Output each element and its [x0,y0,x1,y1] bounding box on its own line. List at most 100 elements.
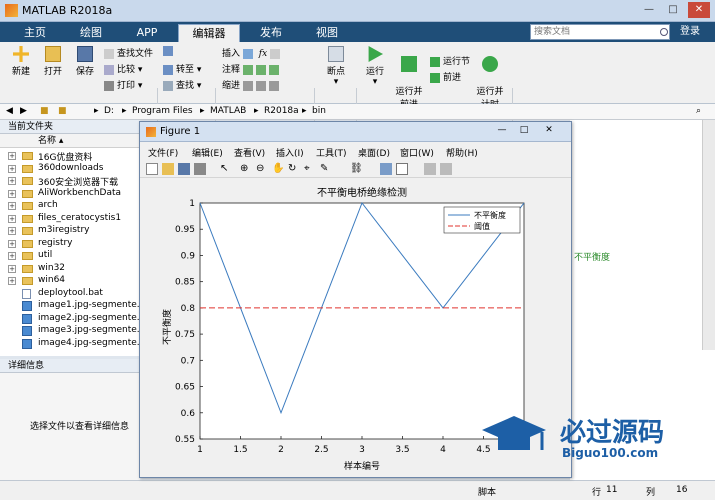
expand-icon[interactable]: + [8,239,16,248]
pointer-icon[interactable]: ↖ [220,163,232,175]
save-button[interactable]: 保存 [70,46,100,77]
figure-menu-item[interactable]: 帮助(H) [446,146,478,159]
run-time-button[interactable]: 运行并 计时 [474,46,506,110]
figure-menu-item[interactable]: 文件(F) [148,146,178,159]
tab-plots[interactable]: 绘图 [66,24,116,42]
expand-icon[interactable]: + [8,214,16,223]
new-button[interactable]: 新建 [6,46,36,77]
figure-menu-item[interactable]: 查看(V) [234,146,265,159]
tab-editor[interactable]: 编辑器 [178,24,240,42]
list-item[interactable]: image4.jpg-segmente... [0,338,140,350]
expand-icon[interactable]: + [8,189,16,198]
tab-home[interactable]: 主页 [10,24,60,42]
list-item[interactable]: +360安全浏览器下载 [0,175,140,188]
list-item[interactable]: image2.jpg-segmente... [0,313,140,325]
comment-button[interactable]: 注释 [222,62,282,75]
new-figure-icon[interactable] [146,163,158,175]
indent-button[interactable]: 缩进 [222,78,282,91]
zoom-in-icon[interactable]: ⊕ [240,163,252,175]
name-column-header[interactable]: 名称 ▴ [0,134,140,148]
list-item[interactable]: + util [0,250,140,262]
compare-button[interactable]: 比较 ▾ [104,62,142,75]
run-advance-button[interactable]: 运行并 前进 [394,46,424,110]
run-button[interactable]: 运行 ▾ [360,46,390,87]
zoom-out-icon[interactable]: ⊖ [256,163,268,175]
colorbar-icon[interactable] [380,163,392,175]
insert-button[interactable]: 插入 fx [222,46,283,59]
list-item[interactable]: image3.jpg-segmente... [0,325,140,337]
open-file-icon[interactable] [162,163,174,175]
back-button[interactable] [163,46,176,57]
list-item[interactable]: image1.jpg-segmente... [0,300,140,312]
pan-icon[interactable]: ✋ [272,163,284,175]
list-item[interactable]: + AliWorkbenchData [0,188,140,200]
expand-icon[interactable]: + [8,177,16,185]
expand-icon[interactable]: + [8,277,16,285]
forward-arrow-icon[interactable]: ▶ [20,106,27,116]
figure-minimize-button[interactable]: — [492,125,512,138]
figure-menu-item[interactable]: 桌面(D) [358,146,390,159]
open-button[interactable]: 打开 [38,46,68,77]
expand-icon[interactable]: + [8,152,16,160]
show-plot-tools-icon[interactable] [440,163,452,175]
tab-apps[interactable]: APP [122,24,172,42]
breadcrumb-matlab[interactable]: MATLAB [210,106,246,116]
expand-icon[interactable]: + [8,202,16,210]
breadcrumb-r2018a[interactable]: R2018a [264,106,299,116]
tab-view[interactable]: 视图 [302,24,352,42]
print-button[interactable]: 打印 ▾ [104,78,142,91]
expand-icon[interactable]: + [8,164,16,173]
goto-button[interactable]: 转至 ▾ [163,62,201,75]
expand-icon[interactable]: + [8,252,16,260]
save-figure-icon[interactable] [178,163,190,175]
expand-icon[interactable]: + [8,227,16,235]
breadcrumb-bin[interactable]: bin [312,106,326,116]
figure-maximize-button[interactable]: □ [514,125,534,138]
address-bar[interactable]: ◀ ▶ ■ ■ ▸ D: ▸ Program Files ▸ MATLAB ▸ … [0,104,715,120]
login-link[interactable]: 登录 [680,24,700,40]
find-button[interactable]: 查找 ▾ [163,78,201,91]
tab-publish[interactable]: 发布 [246,24,296,42]
list-item[interactable]: + win32 [0,263,140,275]
advance-button[interactable]: 前进 [430,70,461,83]
breakpoints-button[interactable]: 断点 ▾ [320,46,352,87]
breadcrumb-program-files[interactable]: Program Files [132,106,193,116]
rotate-icon[interactable]: ↻ [288,163,300,175]
list-item[interactable]: + win64 [0,275,140,287]
list-item[interactable]: + arch [0,200,140,212]
maximize-button[interactable]: □ [662,2,684,18]
search-path-icon[interactable]: ⌕ [696,106,701,116]
scrollbar[interactable] [702,120,715,350]
figure-menu-item[interactable]: 窗口(W) [400,146,434,159]
brush-icon[interactable]: ✎ [320,163,332,175]
data-cursor-icon[interactable]: ⌖ [304,163,316,175]
figure-menu-item[interactable]: 插入(I) [276,146,304,159]
minimize-button[interactable]: — [638,2,660,18]
legend-icon[interactable] [396,163,408,175]
run-section-button[interactable]: 运行节 [430,54,470,67]
link-icon[interactable]: ⛓ [350,163,363,175]
expand-icon[interactable]: + [8,264,16,273]
search-icon[interactable] [660,28,668,36]
list-item[interactable]: + registry [0,238,140,250]
list-item[interactable]: deploytool.bat [0,288,140,300]
figure-titlebar[interactable]: Figure 1 — □ ✕ [140,122,571,142]
back-arrow-icon[interactable]: ◀ [6,106,13,116]
figure-close-button[interactable]: ✕ [536,125,562,138]
list-item[interactable]: + files_ceratocystis1 [0,213,140,225]
file-list[interactable]: +16G优盘资料 +360downloads +360安全浏览器下载 + AliWork… [0,148,140,356]
browse-folder-icon[interactable]: ■ [58,106,67,116]
search-input[interactable]: 搜索文档 [530,24,670,40]
print-figure-icon[interactable] [194,163,206,175]
hide-plot-tools-icon[interactable] [424,163,436,175]
list-item[interactable]: +360downloads [0,163,140,175]
workspace-item[interactable]: 不平衡度 [574,250,610,263]
list-item[interactable]: + m3iregistry [0,225,140,237]
up-folder-icon[interactable]: ■ [40,106,49,116]
breadcrumb-drive[interactable]: D: [104,106,114,116]
find-files-button[interactable]: 查找文件 [104,46,153,59]
figure-menu-item[interactable]: 工具(T) [316,146,347,159]
list-item[interactable]: +16G优盘资料 [0,150,140,163]
close-button[interactable]: ✕ [688,2,710,18]
figure-menu-item[interactable]: 编辑(E) [192,146,223,159]
